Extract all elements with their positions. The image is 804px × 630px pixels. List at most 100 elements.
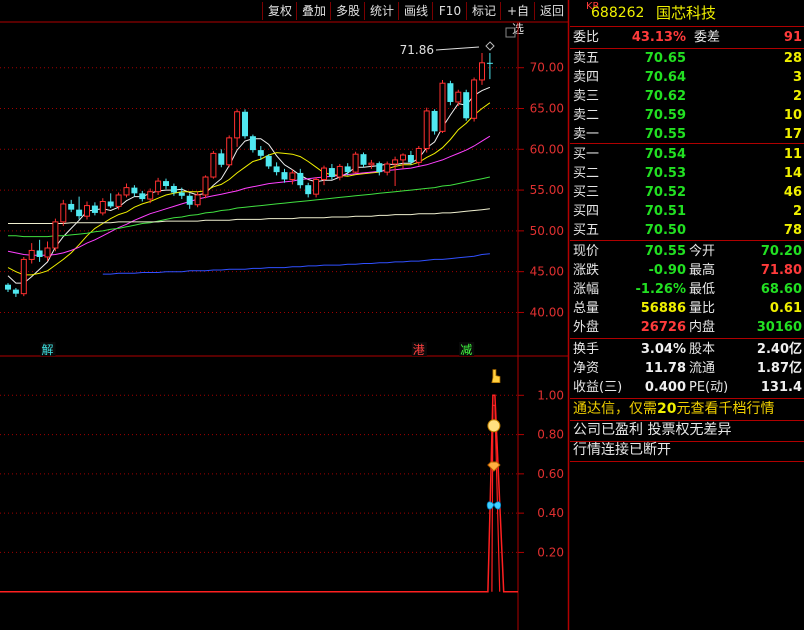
quote-panel: KR 688262 国芯科技 委比 43.13% 委差 91 卖五 70.65 28… (570, 0, 804, 630)
stat-row: 外盘 26726 内盘 30160 (573, 320, 802, 335)
signal-line-inner (491, 404, 501, 592)
candle-body (368, 162, 375, 166)
candle-body (344, 166, 351, 173)
candle-body (99, 201, 106, 214)
y-tick-label: 0.80 (537, 428, 564, 442)
bid-row: 买三 70.52 46 (573, 185, 802, 200)
candle-body (352, 153, 359, 173)
candle-body (423, 110, 430, 149)
y-tick-label: 40.00 (530, 305, 564, 319)
divider (570, 26, 804, 27)
candle-body (407, 155, 414, 163)
max-price-pointer (435, 46, 480, 51)
weibi-value: 43.13% (631, 30, 686, 45)
connection-status: 行情连接已断开 (573, 442, 671, 458)
ma-line-ma120 (102, 253, 490, 275)
candle-body (76, 209, 83, 217)
candle-body (431, 110, 438, 132)
company-info: 公司已盈利 投票权无差异 (573, 422, 732, 438)
candle-body (305, 185, 312, 195)
candle-body (328, 168, 335, 178)
candle-body (463, 92, 470, 119)
candle-body (52, 221, 59, 249)
ask-row: 卖二 70.59 10 (573, 108, 802, 123)
candle-body (44, 247, 51, 258)
bid-row: 买四 70.51 2 (573, 204, 802, 219)
fundamental-row: 换手 3.04% 股本 2.40亿 (573, 342, 802, 357)
ma-line-ma30 (8, 176, 491, 238)
candle-body (249, 136, 256, 151)
weicha-value: 91 (783, 30, 802, 45)
butterfly-icon (486, 501, 502, 510)
candle-body (242, 111, 248, 137)
event-marker: 减 (460, 343, 472, 357)
candle-body (20, 258, 27, 295)
candle-body (123, 187, 130, 196)
divider (570, 240, 804, 241)
candle-body (28, 249, 35, 260)
candle-body (5, 284, 11, 290)
stat-row: 现价 70.55 今开 70.20 (573, 244, 802, 259)
candle-body (486, 62, 493, 64)
stat-row: 涨幅 -1.26% 最低 68.60 (573, 282, 802, 297)
stock-header: KR 688262 国芯科技 (570, 0, 804, 24)
y-tick-label: 45.00 (530, 265, 564, 279)
stat-row: 涨跌 -0.90 最高 71.80 (573, 263, 802, 278)
ask-row: 卖一 70.55 17 (573, 127, 802, 142)
fundamental-row: 收益(三) 0.400 PE(动) 131.4 (573, 380, 802, 395)
ma-line-ma5 (7, 86, 491, 284)
bid-row: 买五 70.50 78 (573, 223, 802, 238)
y-tick-label: 70.00 (530, 61, 564, 75)
candle-body (147, 191, 154, 200)
ask-row: 卖五 70.65 28 (573, 51, 802, 66)
y-tick-label: 50.00 (530, 224, 564, 238)
candle-body (384, 163, 391, 173)
candle-body (163, 181, 169, 186)
candle-body (84, 205, 90, 217)
level2-promo-link[interactable]: 通达信，仅需20元查看千档行情 (573, 400, 774, 419)
ma-line-ma10 (7, 102, 491, 276)
candle-body (194, 194, 201, 206)
event-marker: 港 (413, 343, 425, 357)
candle-body (107, 201, 114, 207)
divider (570, 338, 804, 339)
candle-body (281, 172, 288, 180)
candle-body (131, 187, 138, 194)
y-tick-label: 60.00 (530, 142, 564, 156)
ask-row: 卖三 70.62 2 (573, 89, 802, 104)
candle-body (400, 154, 406, 161)
candle-body (218, 153, 225, 165)
y-tick-label: 0.60 (537, 467, 564, 481)
candle-body (91, 205, 98, 213)
candle-body (36, 250, 43, 257)
candle-body (257, 150, 264, 156)
fundamental-row: 净资 11.78 流通 1.87亿 (573, 361, 802, 376)
event-marker: 解 (41, 343, 53, 357)
candle-body (415, 147, 422, 163)
divider (570, 398, 804, 399)
bid-row: 买一 70.54 11 (573, 147, 802, 162)
candle-body (479, 62, 485, 81)
max-price-label: 71.86 (400, 43, 434, 57)
chart-area: 70.00 65.00 60.00 55.00 50.00 45.00 40.00 71.86… (0, 0, 570, 630)
y-tick-label: 0.20 (537, 545, 564, 559)
candle-body (210, 152, 217, 178)
stock-code: 688262 (591, 5, 645, 21)
candle-body (289, 172, 296, 180)
candle-body (447, 83, 454, 102)
candle-body (234, 111, 241, 139)
candle-body (471, 79, 478, 119)
candle-body (360, 154, 367, 165)
ask-row: 卖四 70.64 3 (573, 70, 802, 85)
candle-body (202, 176, 209, 196)
stock-name: 国芯科技 (656, 4, 717, 22)
candle-body (60, 203, 67, 223)
divider (570, 461, 804, 462)
candle-body (321, 167, 327, 180)
candle-body (155, 180, 162, 193)
signal-line (0, 394, 518, 593)
candle-body (68, 203, 75, 210)
candle-body (297, 172, 304, 186)
stat-row: 总量 56886 量比 0.61 (573, 301, 802, 316)
y-tick-label: 55.00 (530, 183, 564, 197)
